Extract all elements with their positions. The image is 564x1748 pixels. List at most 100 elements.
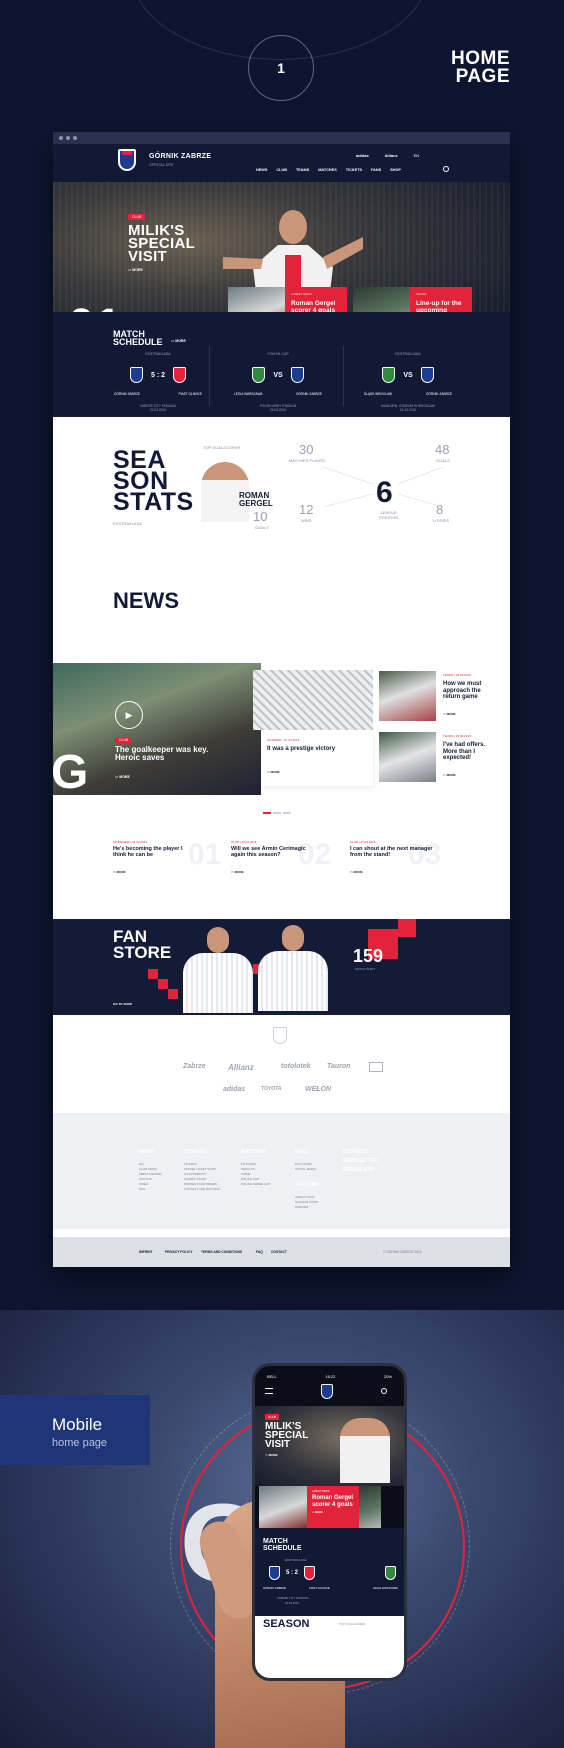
legia-crest-icon [252,367,266,383]
footer-link[interactable]: RSS [139,1187,162,1192]
sponsor-icon[interactable] [369,1062,383,1072]
mobile-card-photo-2[interactable] [359,1486,381,1528]
desktop-mockup: GÓRNIK ZABRZE OFFICIAL SITE NEWS CLUB TE… [53,132,510,1267]
position-label-line2: POSITION [379,515,399,520]
fan-store-title-line2: STORE [113,943,172,962]
decor-pixel [148,969,158,979]
news-title: He's becoming the player I think he can … [113,846,183,858]
news-kicker: TEAMS | 26.03.2016 [443,673,471,677]
footer-heading[interactable]: NEWS [139,1149,162,1155]
mobile-hero-more[interactable]: ▭ MORE [265,1453,278,1457]
hero-title[interactable]: MILIK'S SPECIAL VISIT [128,223,195,264]
sponsor-allianz-logo[interactable]: Allianz [385,153,398,158]
feature-more-link[interactable]: ▭ MORE [115,775,130,779]
crest-outline-icon [273,1027,287,1044]
match-date: 01.04.2016 [400,408,416,412]
news-more-link[interactable]: ▭ MORE [350,870,460,874]
news-more-link[interactable]: ▭ MORE [231,870,341,874]
legal-link[interactable]: IMPRINT [139,1250,153,1254]
news-photo-approach[interactable] [379,671,436,721]
match-card-3[interactable]: EKSTRAKLASA VS ŚLĄSK WROCŁAW GÓRNIK ZABRZ… [358,352,458,412]
footer-link[interactable]: POLISH SUPER CUP [241,1182,270,1187]
card-more-link[interactable]: ▭ MORE [312,1511,354,1514]
news-kicker: TEAMS | 25.03.2016 [443,734,471,738]
news-more-link[interactable]: ▭ MORE [113,870,223,874]
news-more-link[interactable]: ▭ MORE [443,712,456,716]
mobile-card-photo-1[interactable] [259,1486,307,1528]
hero-tag: CLUB [128,214,146,220]
legal-link[interactable]: CONTACT [271,1250,287,1254]
search-icon[interactable] [443,166,449,172]
nav-shop[interactable]: SHOP [390,168,401,172]
footer-heading[interactable]: BUSINESS [343,1149,377,1155]
news-kicker: INTERVIEW | 24.03.2016 [113,840,148,844]
card-kicker: TEAMS [416,292,427,296]
mobile-hero-title[interactable]: MILIK'S SPECIAL VISIT [265,1422,308,1450]
sponsor-logo[interactable]: Zabrze [183,1063,206,1070]
language-select[interactable]: EN [414,153,420,158]
sponsor-logo[interactable]: Allianz [228,1063,254,1072]
brand-name[interactable]: GÓRNIK ZABRZE [149,153,211,160]
news-more-link[interactable]: ▭ MORE [443,773,456,777]
match-card-2[interactable]: POLISH CUP VS LEGIA WARSZAWA GÓRNIK ZABRZ… [228,352,328,412]
mobile-hero-line3: VISIT [265,1439,291,1450]
nav-news[interactable]: NEWS [256,168,267,172]
browser-titlebar [53,132,510,144]
feature-title: The goalkeeper was key. Heroic saves [115,745,209,762]
footer-heading[interactable]: FANS [295,1149,318,1155]
schedule-more-link[interactable]: ▭ MORE [171,339,186,343]
match-card-1[interactable]: EKSTRAKLASA 5 : 2 GÓRNIK ZABRZE PIAST GLI… [108,352,208,412]
news-more-label: MORE [270,770,280,774]
club-crest-icon[interactable] [321,1384,333,1399]
scorer-last-name: GERGEL [239,499,273,508]
feature-more-label: MORE [119,775,130,779]
footer-heading[interactable]: MOBILE APP [343,1167,377,1173]
nav-tickets[interactable]: TICKETS [346,168,362,172]
nav-club[interactable]: CLUB [276,168,287,172]
nav-teams[interactable]: TEAMS [296,168,309,172]
legal-link[interactable]: FAQ [256,1250,263,1254]
news-photo-offers[interactable] [379,732,436,782]
nav-matches[interactable]: MATCHES [318,168,337,172]
footer-link[interactable]: SOCIAL MEDIA [295,1167,318,1172]
mobile-sublabel: home page [52,1437,108,1449]
news-list-item[interactable]: CLUB | 22.03.2016 Will we see Armin Ceri… [231,840,341,874]
mobile-card-1[interactable]: LATEST NEWS Roman Gergel scorer 4 goals … [307,1486,359,1528]
sponsor-logo[interactable]: adidas [223,1086,245,1093]
copyright: © GÓRNIK ZABRZE 2016 [383,1250,422,1254]
sponsor-logo[interactable]: WEŁON [305,1086,331,1093]
sponsor-logo[interactable]: Tauron [327,1063,350,1070]
legal-link[interactable]: TERMS AND CONDITIONS [201,1250,242,1254]
news-list-item[interactable]: INTERVIEW | 24.03.2016 He's becoming the… [113,840,223,874]
news-pager[interactable] [263,812,291,814]
footer-heading[interactable]: MATCHES [241,1149,270,1155]
club-crest-icon[interactable] [118,149,136,171]
sponsor-logo[interactable]: TOYOTA [261,1086,281,1092]
news-list-item[interactable]: CLUB | 20.03.2016 I can shout at the nex… [350,840,460,874]
phone-statusbar: BELL 16:22 20% [255,1374,404,1379]
news-kicker: CLUB | 22.03.2016 [231,840,257,844]
hamburger-menu-icon[interactable] [265,1388,273,1394]
nav-fans[interactable]: FANS [371,168,381,172]
footer-heading[interactable]: TICKETS [184,1149,220,1155]
footer-link[interactable]: CONTACT AND BOOKING [184,1187,220,1192]
sponsor-adidas-logo[interactable]: adidas [356,153,369,158]
footer-link[interactable]: PARKING [295,1205,318,1210]
hero-more-link[interactable]: ▭ MORE [128,268,143,272]
news-title: How we must approach the return game [443,681,482,700]
search-icon[interactable] [381,1388,387,1394]
news-more-label: MORE [446,773,456,777]
footer-heading[interactable]: STADIUM [295,1182,318,1188]
player-photo-2 [258,925,328,1011]
news-photo-prestige[interactable] [253,670,373,730]
news-feature-card[interactable]: ▶ CLUB The goalkeeper was key. Heroic sa… [53,663,261,795]
footer-col-fans: FANS FAN CLUBS SOCIAL MEDIA STADIUM AREN… [295,1149,318,1210]
legal-link[interactable]: PRIVACY POLICY [165,1250,193,1254]
fan-store-cta[interactable]: GO TO SHOP [113,1002,132,1006]
news-more-link[interactable]: ▭ MORE [267,770,280,774]
gornik-crest-icon [269,1566,280,1580]
play-icon[interactable]: ▶ [115,701,143,729]
sponsor-logo[interactable]: totolotek [281,1063,311,1070]
mobile-match-row[interactable]: 5 : 2 [269,1566,316,1580]
footer-heading[interactable]: NEWSLETTER [343,1158,377,1164]
